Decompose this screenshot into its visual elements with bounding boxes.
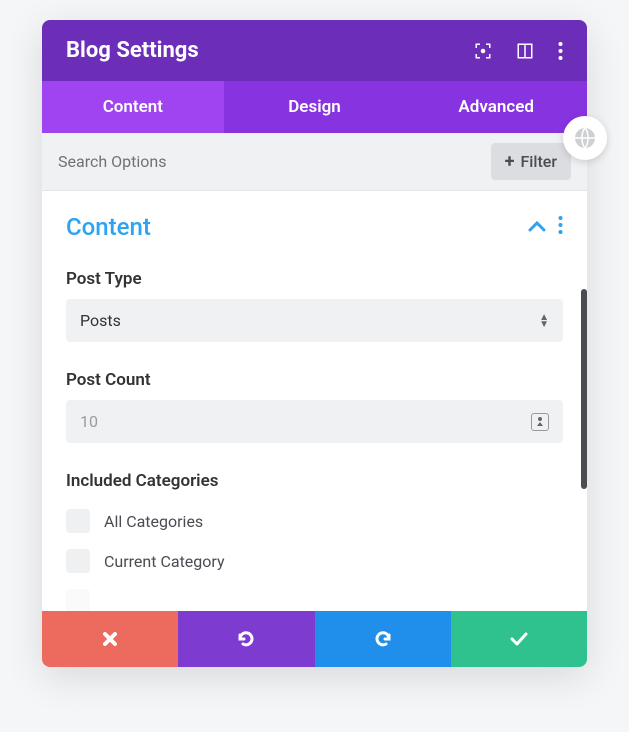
- layout-icon[interactable]: [516, 42, 534, 60]
- current-category-checkbox[interactable]: [66, 549, 90, 573]
- save-button[interactable]: [451, 611, 587, 667]
- tab-advanced[interactable]: Advanced: [405, 81, 587, 133]
- plus-icon: +: [505, 151, 515, 172]
- section-menu-icon[interactable]: [558, 216, 563, 238]
- all-categories-checkbox[interactable]: [66, 509, 90, 533]
- undo-button[interactable]: [178, 611, 314, 667]
- filter-label: Filter: [520, 152, 557, 171]
- post-type-select[interactable]: Posts ▲▼: [66, 299, 563, 342]
- cancel-button[interactable]: [42, 611, 178, 667]
- modal-title: Blog Settings: [66, 38, 199, 63]
- post-count-label: Post Count: [66, 370, 563, 390]
- redo-button[interactable]: [315, 611, 451, 667]
- section-title[interactable]: Content: [66, 213, 151, 241]
- globe-icon[interactable]: [563, 116, 607, 160]
- more-icon[interactable]: [558, 42, 563, 60]
- post-count-input[interactable]: 10: [80, 412, 531, 431]
- filter-button[interactable]: + Filter: [491, 143, 571, 180]
- search-options-input[interactable]: Search Options: [58, 152, 491, 171]
- current-category-label: Current Category: [104, 552, 225, 571]
- select-arrows-icon: ▲▼: [539, 314, 549, 328]
- post-type-value: Posts: [80, 311, 121, 330]
- all-categories-label: All Categories: [104, 512, 203, 531]
- post-type-label: Post Type: [66, 269, 563, 289]
- post-count-input-wrapper[interactable]: 10: [66, 400, 563, 443]
- expand-icon[interactable]: [474, 42, 492, 60]
- included-categories-label: Included Categories: [66, 471, 563, 491]
- stepper-icon[interactable]: [531, 413, 549, 431]
- tab-content[interactable]: Content: [42, 81, 224, 133]
- tab-design[interactable]: Design: [224, 81, 406, 133]
- collapse-icon[interactable]: [528, 218, 546, 237]
- scrollbar[interactable]: [581, 289, 587, 489]
- category-checkbox-more[interactable]: [66, 589, 90, 611]
